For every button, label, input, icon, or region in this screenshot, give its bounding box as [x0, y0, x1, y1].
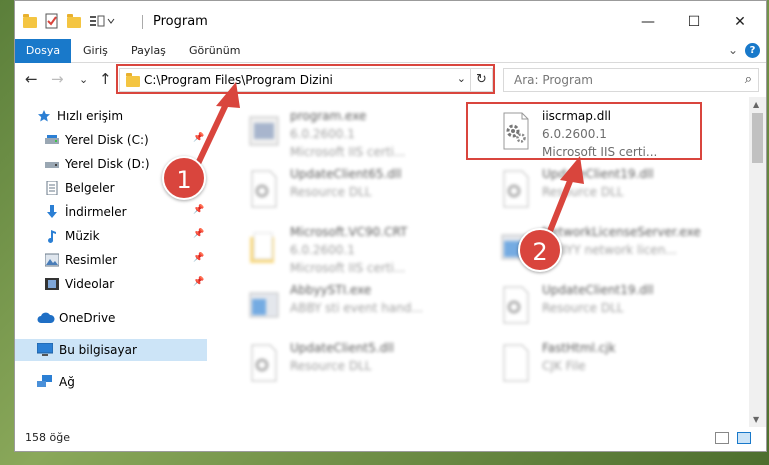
arrow-1 — [192, 97, 231, 173]
step-1-badge: 1 — [162, 156, 206, 200]
step-2-badge: 2 — [518, 228, 562, 272]
annotation-arrows — [192, 82, 584, 239]
arrow-2-head — [560, 156, 584, 184]
arrow-2 — [545, 173, 575, 239]
arrow-1-head — [216, 82, 240, 108]
